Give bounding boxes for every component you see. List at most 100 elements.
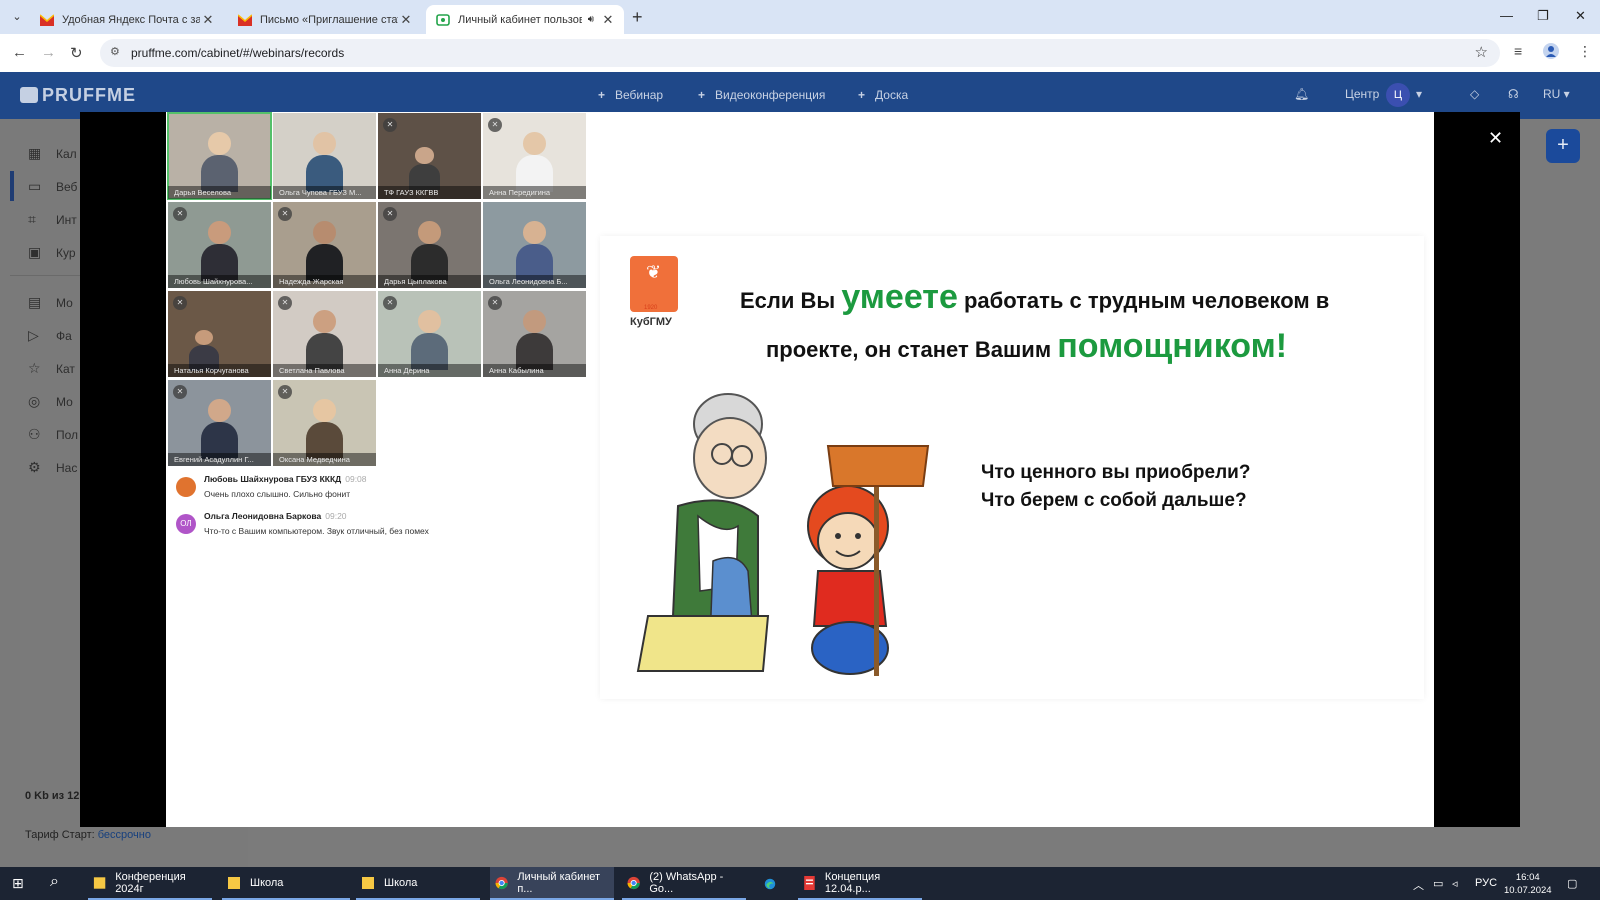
taskbar-app-label: Личный кабинет п... [517, 870, 601, 895]
avatar[interactable]: Ц [1386, 83, 1410, 107]
slide-heading-line2: проекте, он станет Вашим помощником! [766, 327, 1287, 366]
restore-icon[interactable]: ❐ [1537, 8, 1549, 24]
participant-video [408, 147, 440, 191]
chat-message: ОЛ Ольга Леонидовна Баркова 09:20 Что-то … [176, 511, 576, 548]
sidebar-item-storage[interactable]: ◎ Мо [28, 393, 73, 410]
diamond-icon[interactable]: ◇ [1470, 87, 1479, 101]
nav-board[interactable]: + Доска [858, 88, 908, 102]
browser-tab-invitation-letter[interactable]: Письмо «Приглашение стать ✕ [228, 5, 422, 34]
back-icon[interactable]: ← [12, 44, 27, 61]
media-control-icon[interactable]: ≡ [1514, 43, 1522, 59]
browser-toolbar: ← → ↻ ⚙ pruffme.com/cabinet/#/webinars/r… [0, 34, 1600, 72]
tab-close-icon[interactable]: ✕ [600, 12, 616, 28]
sidebar-item-catalog[interactable]: ☆ Кат [28, 360, 75, 377]
browser-tab-cabinet[interactable]: Личный кабинет пользова 🔊︎ ✕ [426, 5, 624, 34]
profile-icon[interactable] [1543, 43, 1559, 62]
participant-tile[interactable]: Ольга Леонидовна Б... [483, 202, 586, 288]
taskbar-app-chrome-whatsapp[interactable]: (2) WhatsApp - Go... [622, 867, 746, 900]
close-modal-icon[interactable]: ✕ [1488, 128, 1503, 149]
headset-icon[interactable]: ☊ [1508, 87, 1519, 101]
participant-tile[interactable]: ✕ Светлана Павлова [273, 291, 376, 377]
sidebar-item-messages[interactable]: ▤ Мо [28, 294, 73, 311]
participant-video [200, 398, 239, 460]
tab-close-icon[interactable]: ✕ [200, 12, 216, 28]
participant-tile[interactable]: Дарья Веселова [167, 112, 272, 200]
taskbar-app-chrome-cabinet[interactable]: Личный кабинет п... [490, 867, 614, 900]
mic-muted-icon: ✕ [278, 385, 292, 399]
participant-tile[interactable]: ✕ Любовь Шайхнурова... [168, 202, 271, 288]
pruffme-logo[interactable]: PRUFFME [20, 85, 136, 106]
tab-search-chevron-icon[interactable]: ⌄ [6, 7, 28, 27]
input-language[interactable]: РУС [1475, 877, 1497, 889]
system-clock[interactable]: 16:04 10.07.2024 [1504, 871, 1552, 897]
taskbar-app-edge[interactable] [760, 867, 784, 900]
browser-menu-icon[interactable]: ⋮ [1578, 43, 1592, 60]
author-name: Любовь Шайхнурова ГБУЗ КККД [204, 474, 342, 484]
chevron-down-icon[interactable]: ▾ [1416, 87, 1422, 101]
taskbar-app-label: Конференция 2024г [115, 870, 186, 895]
speaker-icon[interactable]: 🔊︎ [588, 14, 594, 25]
participant-name: Ольга Леонидовна Б... [483, 275, 586, 288]
sidebar-item-files[interactable]: ▷ Фа [28, 327, 72, 344]
participant-tile[interactable]: ✕ Наталья Корчуганова [168, 291, 271, 377]
participant-tile[interactable]: ✕ Оксана Медведчина [273, 380, 376, 466]
close-window-icon[interactable]: ✕ [1575, 8, 1586, 24]
sidebar-item-courses[interactable]: ▣ Кур [28, 244, 76, 261]
add-button[interactable]: + [1546, 129, 1580, 163]
participant-tile[interactable]: ✕ Надежда Жарская [273, 202, 376, 288]
chat-panel: Любовь Шайхнурова ГБУЗ КККД 09:08 Очень п… [176, 474, 576, 548]
participant-video [305, 131, 344, 193]
center-label[interactable]: Центр [1345, 87, 1379, 101]
search-icon[interactable]: ⌕ [50, 873, 59, 891]
tariff-label: Тариф Старт: [25, 829, 95, 841]
profile-avatar-icon [1543, 43, 1559, 59]
taskbar-app-label: Школа [250, 876, 284, 889]
address-bar[interactable]: ⚙ pruffme.com/cabinet/#/webinars/records… [100, 39, 1500, 67]
minimize-icon[interactable]: — [1500, 8, 1513, 23]
taskbar-app-conference-folder[interactable]: Конференция 2024г [88, 867, 212, 900]
participant-tile[interactable]: Ольга Чупова ГБУЗ М... [273, 113, 376, 199]
new-tab-button[interactable]: + [632, 7, 643, 28]
participant-video [200, 131, 239, 193]
taskbar-app-pdf[interactable]: Концепция 12.04.p... [798, 867, 922, 900]
tab-close-icon[interactable]: ✕ [398, 12, 414, 28]
forward-icon[interactable]: → [41, 44, 56, 61]
users-icon: ⚇ [28, 426, 41, 442]
logo-year: 1920 [644, 305, 658, 311]
message-time: 09:20 [325, 511, 347, 521]
participant-tile[interactable]: ✕ Дарья Цыплакова [378, 202, 481, 288]
tray-chevron-up-icon[interactable]: ︿ [1413, 877, 1424, 893]
tariff-info: Тариф Старт: бессрочно [25, 829, 151, 841]
browser-tab-yandex-mail[interactable]: Удобная Яндекс Почта с защи ✕ [30, 5, 224, 34]
chat-message: Любовь Шайхнурова ГБУЗ КККД 09:08 Очень п… [176, 474, 576, 511]
taskbar-app-school-folder[interactable]: Школа [222, 867, 350, 900]
windows-start-icon[interactable]: ⊞ [12, 875, 24, 892]
participant-tile[interactable]: ✕ ТФ ГАУЗ ККГВВ [378, 113, 481, 199]
bookmark-star-icon[interactable]: ☆ [1475, 43, 1488, 61]
participant-tile[interactable]: ✕ Анна Передигина [483, 113, 586, 199]
play-icon: ▷ [28, 327, 39, 343]
volume-icon[interactable]: ◃ [1452, 877, 1458, 890]
nav-webinar[interactable]: + Вебинар [598, 88, 663, 102]
sidebar-item-interactive[interactable]: ⌗ Инт [28, 211, 77, 228]
sidebar-item-users[interactable]: ⚇ Пол [28, 426, 78, 443]
network-icon[interactable]: ▭ [1433, 877, 1443, 890]
language-select[interactable]: RU ▾ [1543, 87, 1570, 101]
notifications-icon[interactable]: ▢ [1567, 877, 1577, 890]
sidebar-item-settings[interactable]: ⚙ Нас [28, 459, 77, 476]
plus-icon: + [698, 88, 706, 102]
participant-tile[interactable]: ✕ Евгений Асадуллин Г... [168, 380, 271, 466]
folder-icon [93, 876, 106, 889]
nav-videoconference[interactable]: + Видеоконференция [698, 88, 825, 102]
site-info-icon[interactable]: ⚙ [110, 45, 120, 58]
bell-icon[interactable]: 🔔︎ [1294, 87, 1309, 101]
participant-tile[interactable]: ✕ Анна Дерина [378, 291, 481, 377]
sidebar-item-webinars[interactable]: ▭ Веб [28, 178, 77, 195]
participant-name: Наталья Корчуганова [168, 364, 271, 377]
sidebar-item-calendar[interactable]: ▦ Кал [28, 145, 77, 162]
participant-tile[interactable]: ✕ Анна Кабылина [483, 291, 586, 377]
taskbar-app-school-folder-2[interactable]: Школа [356, 867, 480, 900]
reload-icon[interactable]: ↻ [70, 44, 83, 62]
tariff-link[interactable]: бессрочно [98, 829, 151, 841]
logo-name: КубГМУ [630, 316, 672, 328]
